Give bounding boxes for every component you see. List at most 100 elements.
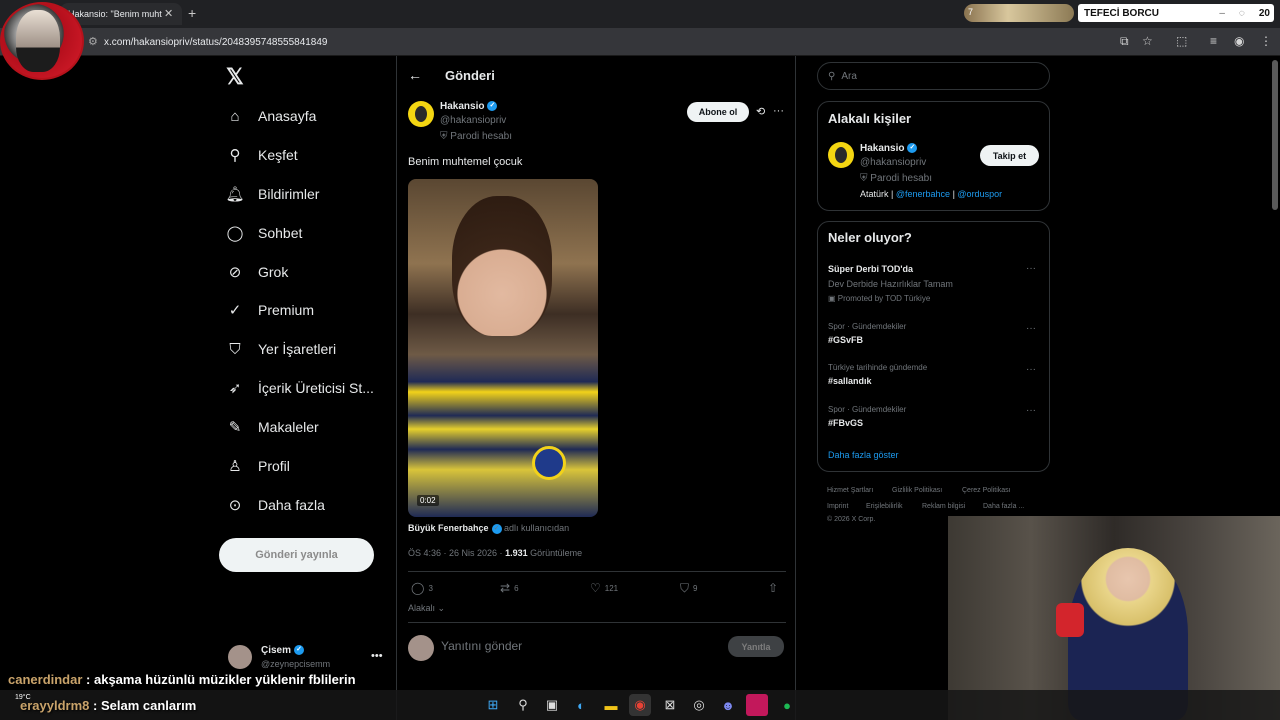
nav-label: Premium — [258, 302, 315, 318]
nav-item-articles[interactable]: ✎ Makaleler — [226, 412, 319, 442]
discord-icon[interactable]: ☻ — [717, 694, 739, 716]
extensions-icon[interactable]: ⬚ — [1176, 34, 1187, 48]
back-arrow-icon[interactable]: ← — [408, 67, 422, 83]
footer-link[interactable]: Hizmet Şartları — [827, 487, 873, 494]
author-name[interactable]: Hakansio ✓ — [440, 101, 498, 112]
footer-link[interactable]: Çerez Politikası — [962, 487, 1011, 494]
more-circle-icon: ⊙ — [228, 497, 242, 514]
bio-link[interactable]: @fenerbahce — [896, 189, 950, 199]
restore-icon[interactable]: ◌ — [1239, 8, 1245, 19]
nav-item-explore[interactable]: ⚲ Keşfet — [226, 140, 298, 170]
reply-input[interactable]: Yanıtını gönder — [441, 639, 522, 653]
post-button[interactable]: Gönderi yayınla — [219, 538, 374, 572]
nav-label: Keşfet — [258, 147, 298, 163]
folder-icon[interactable]: ▬ — [600, 694, 622, 716]
sort-dropdown[interactable]: Alakalı ⌄ — [408, 603, 445, 614]
share-icon: ⇧ — [768, 581, 779, 595]
trend-more-icon[interactable]: ··· — [1026, 364, 1036, 375]
subscribe-button[interactable]: Abone ol — [687, 102, 749, 122]
related-avatar[interactable] — [828, 142, 854, 168]
star-icon[interactable]: ☆ — [1142, 34, 1153, 48]
premium-icon: ✓ — [228, 302, 242, 319]
share-action[interactable]: ⇧ — [768, 581, 778, 595]
app-icon[interactable] — [746, 694, 768, 716]
nav-item-premium[interactable]: ✓ Premium — [226, 295, 314, 325]
bookmark-icon: ⛉ — [680, 581, 690, 595]
spotify-icon[interactable]: ● — [776, 694, 798, 716]
account-avatar[interactable] — [228, 645, 252, 669]
trend-name[interactable]: Süper Derbi TOD'da — [828, 264, 913, 274]
edge-icon[interactable]: ◐ — [570, 694, 592, 716]
nav-label: Sohbet — [258, 225, 303, 241]
url-text[interactable]: x.com/hakansiopriv/status/20483957485558… — [104, 37, 328, 48]
footer-link[interactable]: Daha fazla ... — [983, 503, 1024, 510]
playlist-icon[interactable]: ≡ — [1210, 34, 1217, 48]
chrome-icon[interactable]: ◉ — [629, 694, 651, 716]
person-icon: ♙ — [228, 458, 242, 475]
trend-more-icon[interactable]: ··· — [1026, 263, 1036, 274]
trend-name[interactable]: #sallandık — [828, 376, 872, 386]
profile-icon[interactable]: ◉ — [1234, 34, 1244, 48]
footer-link[interactable]: Gizlilik Politikası — [892, 487, 942, 494]
like-action[interactable]: ♡ 121 — [590, 581, 618, 595]
video-source[interactable]: Büyük Fenerbahçe ✓ adlı kullanıcıdan — [408, 523, 569, 534]
author-handle[interactable]: @hakansiopriv — [440, 115, 506, 126]
trend-name[interactable]: #GSvFB — [828, 335, 863, 345]
copyright: © 2026 X Corp. — [827, 516, 876, 523]
more-icon[interactable]: ··· — [773, 105, 784, 117]
follow-button[interactable]: Takip et — [980, 145, 1039, 166]
x-logo-icon[interactable]: 𝕏 — [226, 64, 244, 90]
nav-item-bookmarks[interactable]: ⛉ Yer İşaretleri — [226, 334, 336, 364]
trend-more-icon[interactable]: ··· — [1026, 323, 1036, 334]
close-tab-icon[interactable]: ✕ — [164, 7, 173, 20]
search-icon[interactable]: ⚲ — [512, 694, 534, 716]
bookmark-action[interactable]: ⛉ 9 — [680, 581, 697, 596]
related-name[interactable]: Hakansio ✓ — [860, 143, 918, 154]
reply-action[interactable]: ◯ 3 — [411, 581, 433, 595]
nav-label: İçerik Üreticisi St... — [258, 380, 374, 396]
nav-item-profile[interactable]: ♙ Profil — [226, 451, 290, 481]
cast-icon[interactable]: ⧉ — [1120, 34, 1129, 49]
search-input[interactable]: ⚲ Ara — [817, 62, 1050, 90]
related-people-title: Alakalı kişiler — [828, 111, 912, 126]
footer-link[interactable]: Imprint — [827, 503, 848, 510]
show-more-link[interactable]: Daha fazla göster — [828, 450, 899, 460]
extension-window[interactable]: TEFECİ BORCU – ◌ 20 — [1078, 4, 1274, 22]
search-icon: ⚲ — [229, 147, 241, 164]
new-tab-icon[interactable]: + — [188, 5, 196, 21]
trend-subtitle: Dev Derbide Hazırlıklar Tamam — [828, 279, 953, 289]
scrollbar[interactable] — [1272, 60, 1278, 210]
github-icon[interactable]: ◎ — [688, 694, 710, 716]
trend-more-icon[interactable]: ··· — [1026, 405, 1036, 416]
verified-icon: ✓ — [491, 523, 502, 534]
nav-item-more[interactable]: ⊙ Daha fazla — [226, 490, 325, 520]
post-meta: ÖS 4:36 · 26 Nis 2026 · 1.931 Görüntülem… — [408, 548, 583, 558]
nav-item-notifications[interactable]: 🔔︎ Bildirimler — [225, 179, 320, 209]
reply-button[interactable]: Yanıtla — [728, 636, 784, 657]
bio-link[interactable]: @orduspor — [957, 189, 1002, 199]
nav-item-chat[interactable]: ◯ Sohbet — [226, 218, 303, 248]
nav-label: Anasayfa — [258, 108, 317, 124]
x-app-icon[interactable]: ⊠ — [659, 694, 681, 716]
task-view-icon[interactable]: ▣ — [541, 694, 563, 716]
related-handle[interactable]: @hakansiopriv — [860, 157, 926, 168]
menu-dots-icon[interactable]: ⋮ — [1260, 34, 1272, 48]
minimize-icon[interactable]: – — [1219, 8, 1225, 19]
repost-action[interactable]: ⇄ 6 — [500, 581, 519, 595]
nav-label: Bildirimler — [258, 186, 320, 202]
site-settings-icon[interactable]: ⚙ — [88, 35, 98, 48]
account-name[interactable]: Çisem ✓ — [261, 645, 305, 656]
nav-item-grok[interactable]: ⊘ Grok — [226, 257, 289, 287]
nav-item-home[interactable]: ⌂ Anasayfa — [226, 101, 316, 131]
footer-link[interactable]: Reklam bilgisi — [922, 503, 965, 510]
footer-link[interactable]: Erişilebilirlik — [866, 503, 903, 510]
column-divider-left — [396, 56, 397, 720]
author-avatar[interactable] — [408, 101, 434, 127]
account-menu-icon[interactable]: ••• — [371, 650, 383, 662]
windows-start-icon[interactable]: ⊞ — [482, 694, 504, 716]
trend-promoted: ▣ Promoted by TOD Türkiye — [828, 294, 931, 303]
trend-name[interactable]: #FBvGS — [828, 418, 863, 428]
grok-icon[interactable]: ⟲ — [756, 105, 765, 118]
nav-label: Grok — [258, 264, 289, 280]
nav-item-creator-studio[interactable]: ➶ İçerik Üreticisi St... — [226, 373, 374, 403]
